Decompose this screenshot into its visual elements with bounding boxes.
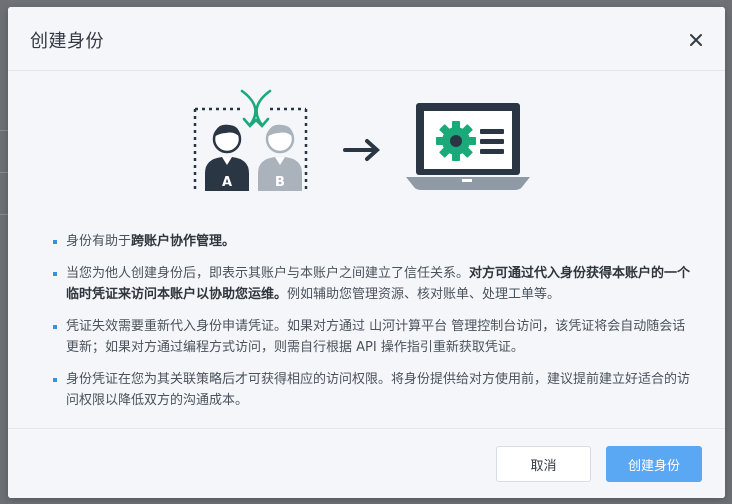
backdrop-line [0,214,8,215]
close-icon [690,34,702,46]
svg-text:A: A [222,175,232,190]
info-item: 当您为他人创建身份后，即表示其账户与本账户之间建立了信任关系。对方可通过代入身份… [52,263,692,305]
info-item: 身份有助于跨账户协作管理。 [52,231,692,252]
user-b-icon: B [258,124,302,191]
backdrop-line [0,130,8,131]
bullet-icon [53,325,57,329]
info-text: 例如辅助您管理资源、核对账单、处理工单等。 [287,287,561,302]
info-item: 身份凭证在您为其关联策略后才可获得相应的访问权限。将身份提供给对方使用前，建议提… [52,369,692,411]
list-lines-icon [480,129,504,154]
dialog-footer: 取消 创建身份 [8,428,725,498]
dialog-title: 创建身份 [30,31,104,52]
create-identity-button[interactable]: 创建身份 [606,446,702,482]
bullet-icon [53,240,57,244]
info-text: 身份凭证在您为其关联策略后才可获得相应的访问权限。将身份提供给对方使用前，建议提… [66,372,691,408]
create-identity-dialog: 创建身份 A B 身份有助于跨账户协作管理。 当您为他人创建身份后，即表示其账户… [8,7,725,498]
backdrop-line [0,172,8,173]
close-button[interactable] [687,31,705,49]
swap-arrows-icon [240,89,272,128]
backdrop-right [724,0,732,504]
svg-text:B: B [275,175,285,190]
info-text: 凭证失效需要重新代入身份申请凭证。如果对方通过 山河计算平台 管理控制台访问，该… [66,319,686,355]
info-text: 身份有助于 [66,234,132,249]
bullet-icon [53,272,57,276]
laptop-settings-icon [406,103,530,190]
info-text-bold: 跨账户协作管理。 [131,234,236,249]
cancel-button[interactable]: 取消 [496,446,591,482]
user-a-icon: A [205,124,249,191]
info-text: 当您为他人创建身份后，即表示其账户与本账户之间建立了信任关系。 [66,266,470,281]
bullet-icon [53,378,57,382]
arrow-right-icon [343,139,380,161]
identity-illustration: A B [193,89,530,191]
backdrop-left [0,0,8,504]
dialog-header: 创建身份 [8,7,725,71]
gear-icon [436,121,476,161]
info-list: 身份有助于跨账户协作管理。 当您为他人创建身份后，即表示其账户与本账户之间建立了… [52,231,692,422]
info-item: 凭证失效需要重新代入身份申请凭证。如果对方通过 山河计算平台 管理控制台访问，该… [52,316,692,358]
